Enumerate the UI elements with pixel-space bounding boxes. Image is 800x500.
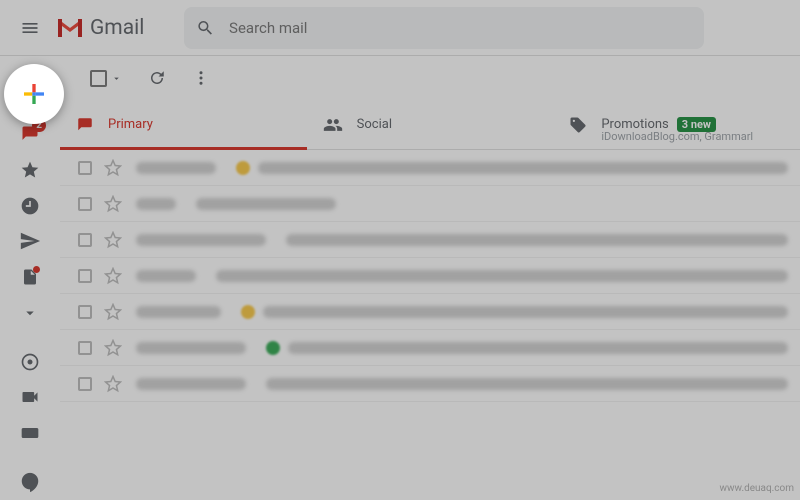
category-tabs: Primary Social Promotions 3 new iDownloa…	[60, 100, 800, 150]
select-dropdown-icon[interactable]	[111, 73, 122, 84]
app-name: Gmail	[90, 16, 144, 40]
chat-icon	[20, 352, 40, 372]
tab-social[interactable]: Social	[307, 100, 554, 149]
row-star[interactable]	[104, 303, 122, 321]
row-star[interactable]	[104, 231, 122, 249]
plus-icon	[19, 79, 49, 109]
header: Gmail	[0, 0, 800, 56]
row-checkbox[interactable]	[78, 341, 92, 355]
row-checkbox[interactable]	[78, 233, 92, 247]
compose-button[interactable]	[4, 64, 64, 124]
chevron-down-icon	[21, 304, 39, 322]
primary-icon	[76, 116, 94, 134]
more-button[interactable]	[192, 69, 210, 87]
email-row[interactable]	[60, 366, 800, 402]
tab-social-label: Social	[357, 117, 392, 132]
select-all-checkbox[interactable]	[90, 70, 107, 87]
refresh-icon	[148, 69, 166, 87]
sidebar-starred[interactable]	[10, 153, 50, 187]
gmail-icon	[56, 17, 84, 39]
sidebar-chat[interactable]	[10, 345, 50, 379]
tab-primary-label: Primary	[108, 117, 153, 132]
video-icon	[20, 387, 40, 407]
row-star[interactable]	[104, 375, 122, 393]
hangouts-icon	[19, 471, 41, 493]
sidebar-drafts[interactable]	[10, 260, 50, 294]
sidebar-sent[interactable]	[10, 225, 50, 259]
search-bar[interactable]	[184, 7, 704, 49]
hamburger-icon	[20, 18, 40, 38]
email-row[interactable]	[60, 330, 800, 366]
email-row[interactable]	[60, 258, 800, 294]
row-star[interactable]	[104, 195, 122, 213]
gmail-logo[interactable]: Gmail	[56, 16, 144, 40]
row-star[interactable]	[104, 159, 122, 177]
people-icon	[323, 115, 343, 135]
clock-icon	[20, 196, 40, 216]
row-checkbox[interactable]	[78, 305, 92, 319]
toolbar	[60, 56, 800, 100]
email-row[interactable]	[60, 222, 800, 258]
email-row[interactable]	[60, 294, 800, 330]
row-star[interactable]	[104, 267, 122, 285]
refresh-button[interactable]	[148, 69, 166, 87]
email-row[interactable]	[60, 150, 800, 186]
send-icon	[19, 230, 41, 252]
search-input[interactable]	[229, 19, 692, 37]
sidebar-meet[interactable]	[10, 381, 50, 415]
promotions-subtitle: iDownloadBlog.com, Grammarl	[601, 130, 753, 143]
sidebar-snoozed[interactable]	[10, 189, 50, 223]
tab-promotions[interactable]: Promotions 3 new iDownloadBlog.com, Gram…	[553, 100, 800, 149]
watermark: www.deuaq.com	[720, 483, 795, 494]
main-area: Primary Social Promotions 3 new iDownloa…	[60, 56, 800, 500]
row-star[interactable]	[104, 339, 122, 357]
row-checkbox[interactable]	[78, 269, 92, 283]
sidebar-keyboard[interactable]	[10, 416, 50, 450]
email-list	[60, 150, 800, 500]
more-vert-icon	[192, 69, 210, 87]
sidebar-hangouts[interactable]	[10, 465, 50, 499]
keyboard-icon	[20, 423, 40, 443]
search-icon	[196, 18, 215, 38]
row-checkbox[interactable]	[78, 377, 92, 391]
row-checkbox[interactable]	[78, 161, 92, 175]
tab-primary[interactable]: Primary	[60, 100, 307, 149]
sidebar-more[interactable]	[10, 296, 50, 330]
email-row[interactable]	[60, 186, 800, 222]
row-checkbox[interactable]	[78, 197, 92, 211]
tag-icon	[569, 116, 587, 134]
main-menu-button[interactable]	[8, 6, 52, 50]
star-icon	[20, 160, 40, 180]
